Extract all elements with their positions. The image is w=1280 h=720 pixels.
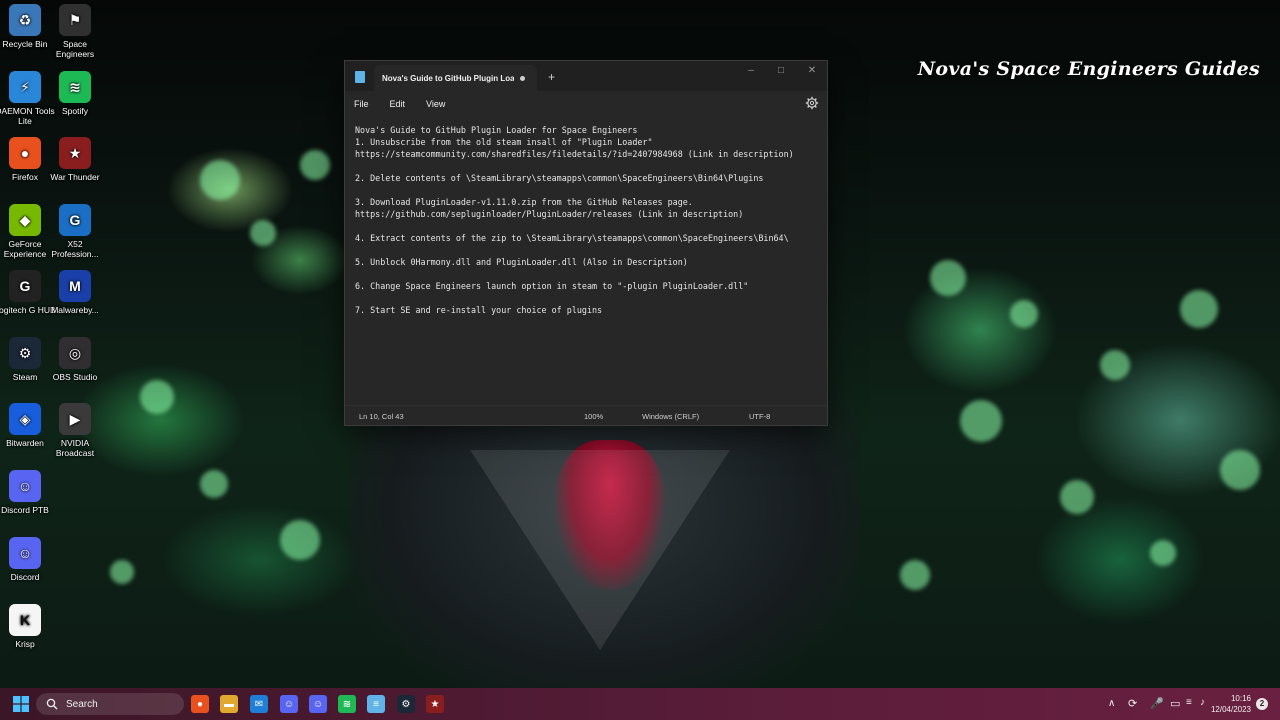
- taskbar-discord-ptb-icon[interactable]: ☺: [280, 695, 298, 713]
- desktop-icon-obs[interactable]: ◎ OBS Studio: [44, 336, 106, 382]
- text-line: [355, 184, 817, 196]
- notepad-app-icon: [355, 71, 365, 83]
- text-line: [355, 292, 817, 304]
- encoding[interactable]: UTF-8: [749, 412, 770, 421]
- menu-file[interactable]: File: [354, 99, 369, 109]
- taskbar-file-explorer-icon[interactable]: ▬: [220, 695, 238, 713]
- menu-view[interactable]: View: [426, 99, 445, 109]
- text-line: Nova's Guide to GitHub Plugin Loader for…: [355, 125, 638, 135]
- desktop-icon-logitech-g[interactable]: G X52 Profession...: [44, 203, 106, 259]
- spotify-icon: ≋: [59, 70, 91, 103]
- search-icon: [46, 698, 58, 710]
- text-line: 1. Unsubscribe from the old steam insall…: [355, 137, 653, 147]
- tab-title: Nova's Guide to GitHub Plugin Loader: [382, 73, 514, 83]
- text-line: 6. Change Space Engineers launch option …: [355, 281, 749, 291]
- desktop-icon-discord[interactable]: ☺ Discord: [0, 537, 56, 582]
- text-line: [355, 268, 817, 280]
- logitech-g-icon: G: [59, 203, 91, 236]
- desktop-icon-label: X52 Profession...: [51, 238, 99, 259]
- desktop-icon-spotify[interactable]: ≋ Spotify: [44, 70, 106, 116]
- logitech-ghub-icon: G: [9, 270, 41, 302]
- desktop-icon-label: NVIDIA Broadcast: [55, 438, 95, 458]
- desktop-icon-label: War Thunder: [50, 172, 100, 182]
- daemon-tools-icon: ⚡: [9, 70, 41, 103]
- desktop-icon-label: Krisp: [15, 639, 35, 649]
- wallpaper-triangle: [470, 450, 730, 650]
- taskbar-notepad-icon[interactable]: ≡: [367, 695, 385, 713]
- desktop-icon-discord-ptb[interactable]: ☺ Discord PTB: [0, 470, 56, 515]
- desktop-icon-label: Discord PTB: [1, 505, 49, 515]
- clock-time[interactable]: 10:16: [1205, 694, 1251, 703]
- steam-icon: ⚙: [9, 336, 41, 369]
- search-label: Search: [66, 698, 98, 710]
- zoom-level[interactable]: 100%: [584, 412, 603, 421]
- microphone-icon[interactable]: 🎤: [1150, 697, 1164, 710]
- taskbar-steam-icon[interactable]: ⚙: [397, 695, 415, 713]
- network-icon[interactable]: ≡: [1186, 697, 1192, 708]
- taskbar-war-thunder-icon[interactable]: ★: [426, 695, 444, 713]
- menu-edit[interactable]: Edit: [390, 99, 406, 109]
- malwarebytes-icon: M: [59, 270, 91, 302]
- text-line: [355, 160, 817, 172]
- firefox-icon: ●: [9, 137, 41, 169]
- text-line: 4. Extract contents of the zip to \Steam…: [355, 233, 789, 243]
- taskbar-search[interactable]: Search: [36, 693, 184, 715]
- text-line: 5. Unblock 0Harmony.dll and PluginLoader…: [355, 257, 688, 267]
- notification-badge[interactable]: 2: [1256, 698, 1268, 710]
- desktop-icon-label: Spotify: [62, 105, 88, 116]
- sync-icon[interactable]: ⟳: [1128, 697, 1137, 710]
- gear-icon[interactable]: [805, 96, 819, 110]
- recycle-bin-icon: ♻: [9, 4, 41, 36]
- text-line: https://github.com/sepluginloader/Plugin…: [355, 209, 744, 219]
- krisp-icon: K: [9, 604, 41, 636]
- text-editor[interactable]: Nova's Guide to GitHub Plugin Loader for…: [345, 116, 827, 406]
- text-line: [355, 244, 817, 256]
- menu-bar: File Edit View: [345, 91, 827, 116]
- text-line: 2. Delete contents of \SteamLibrary\stea…: [355, 173, 764, 183]
- desktop-icon-label: Malwareby...: [51, 305, 99, 315]
- cursor-position: Ln 10, Col 43: [359, 412, 404, 421]
- taskbar-spotify-icon[interactable]: ≋: [338, 695, 356, 713]
- discord-icon: ☺: [9, 537, 41, 569]
- text-line: 7. Start SE and re-install your choice o…: [355, 305, 603, 315]
- text-line: https://steamcommunity.com/sharedfiles/f…: [355, 149, 794, 159]
- text-line: 3. Download PluginLoader-v1.11.0.zip fro…: [355, 197, 693, 207]
- desktop-icon-nvidia-broadcast[interactable]: ▶ NVIDIA Broadcast: [44, 403, 106, 458]
- taskbar-discord-icon[interactable]: ☺: [309, 695, 327, 713]
- desktop-icon-label: OBS Studio: [52, 371, 98, 382]
- text-line: [355, 220, 817, 232]
- desktop-icon-malwarebytes[interactable]: M Malwareby...: [44, 270, 106, 315]
- chevron-up-icon[interactable]: ∧: [1108, 698, 1115, 709]
- space-engineers-icon: ⚑: [59, 4, 91, 36]
- taskbar-mail-icon[interactable]: ✉: [250, 695, 268, 713]
- taskbar-firefox-icon[interactable]: ●: [191, 695, 209, 713]
- minimize-icon[interactable]: –: [741, 65, 761, 76]
- war-thunder-icon: ★: [59, 137, 91, 169]
- wallpaper-title: Nova's Space Engineers Guides: [917, 58, 1260, 80]
- close-icon[interactable]: ✕: [802, 65, 822, 76]
- desktop-icon-space-engineers[interactable]: ⚑ Space Engineers: [44, 4, 106, 59]
- maximize-icon[interactable]: □: [771, 65, 791, 76]
- status-bar: Ln 10, Col 43 100% Windows (CRLF) UTF-8: [345, 405, 827, 425]
- geforce-icon: ◆: [9, 203, 41, 236]
- desktop-icon-label: Space Engineers: [55, 39, 95, 59]
- taskbar: Search ● ▬ ✉ ☺ ☺ ≋ ≡ ⚙ ★ ∧ ⟳ 🎤 ▭ ≡ ♪ 10:16 12/04…: [0, 688, 1280, 720]
- desktop-icon-war-thunder[interactable]: ★ War Thunder: [44, 137, 106, 182]
- desktop-icon-krisp[interactable]: K Krisp: [0, 604, 56, 649]
- bitwarden-icon: ◈: [9, 403, 41, 435]
- tab-document[interactable]: Nova's Guide to GitHub Plugin Loader: [374, 65, 537, 91]
- notepad-window[interactable]: Nova's Guide to GitHub Plugin Loader + –…: [344, 60, 828, 426]
- windows-start-icon[interactable]: [13, 696, 29, 712]
- display-icon[interactable]: ▭: [1170, 697, 1180, 710]
- unsaved-dot-icon: [520, 75, 525, 81]
- obs-icon: ◎: [59, 336, 91, 369]
- desktop-icon-label: Discord: [10, 572, 40, 582]
- line-ending[interactable]: Windows (CRLF): [642, 412, 699, 421]
- title-bar[interactable]: Nova's Guide to GitHub Plugin Loader + –…: [345, 61, 827, 91]
- discord-ptb-icon: ☺: [9, 470, 41, 502]
- clock-date[interactable]: 12/04/2023: [1205, 705, 1251, 714]
- new-tab-button[interactable]: +: [548, 70, 555, 84]
- nvidia-broadcast-icon: ▶: [59, 403, 91, 435]
